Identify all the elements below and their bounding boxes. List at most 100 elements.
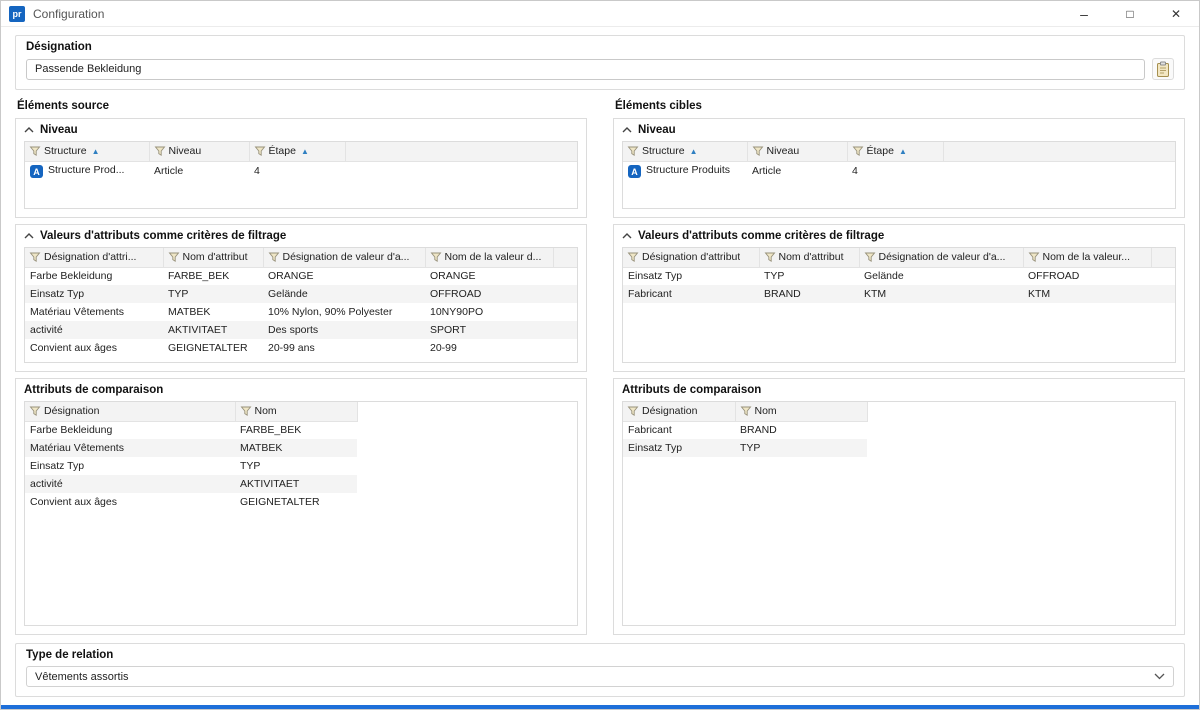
filter-icon [430,251,442,263]
relation-type-select[interactable]: Vêtements assortis [26,666,1174,687]
cell: Farbe Bekleidung [25,267,163,285]
column-header[interactable]: Nom de la valeur d... [425,248,553,267]
cell: 4 [847,161,943,180]
cell: 20-99 ans [263,339,425,357]
column-header[interactable]: Désignation [25,402,235,421]
target-niveau-collapse[interactable]: Niveau [614,119,1184,139]
filter-icon [627,145,639,157]
source-niveau-table-box: Structure▲NiveauÉtape▲AStructure Prod...… [24,141,578,209]
cell: OFFROAD [425,285,553,303]
source-filter-values-collapse[interactable]: Valeurs d'attributs comme critères de fi… [16,225,586,245]
column-header[interactable]: Nom [235,402,357,421]
cell: AKTIVITAET [235,475,357,493]
paste-button[interactable] [1152,58,1174,80]
table-row[interactable]: Matériau VêtementsMATBEK10% Nylon, 90% P… [25,303,577,321]
source-comparison-table: DésignationNomFarbe BekleidungFARBE_BEKM… [25,402,358,511]
table-row[interactable]: activitéAKTIVITAET [25,475,357,493]
cell: Convient aux âges [25,493,235,511]
cell: Gelände [263,285,425,303]
table-row[interactable]: Matériau VêtementsMATBEK [25,439,357,457]
filter-icon [268,251,280,263]
cell: KTM [1023,285,1151,303]
source-comparison-title: Attributs de comparaison [16,379,586,399]
panel-title: Niveau [40,124,78,136]
table-row[interactable]: AStructure ProduitsArticle4 [623,161,1175,180]
column-header[interactable]: Nom d'attribut [759,248,859,267]
sort-asc-icon: ▲ [899,147,907,156]
column-header[interactable]: Structure▲ [623,142,747,161]
filter-icon [29,251,41,263]
chevron-up-icon [622,127,632,133]
source-comparison-panel: Attributs de comparaison DésignationNomF… [15,378,587,635]
relation-type-label: Type de relation [26,649,1174,661]
table-row[interactable]: Farbe BekleidungFARBE_BEK [25,421,357,439]
cell: GEIGNETALTER [235,493,357,511]
cell: ORANGE [263,267,425,285]
column-header[interactable]: Nom [735,402,867,421]
target-comparison-panel: Attributs de comparaison DésignationNomF… [613,378,1185,635]
cell: Matériau Vêtements [25,439,235,457]
chevron-up-icon [622,233,632,239]
designation-input[interactable] [26,59,1145,80]
column-header[interactable]: Niveau [747,142,847,161]
cell: Article [747,161,847,180]
table-row[interactable]: AStructure Prod...Article4 [25,161,577,180]
close-button[interactable]: ✕ [1153,1,1199,26]
cell: 10NY90PO [425,303,553,321]
cell: 4 [249,161,345,180]
table-row[interactable]: Einsatz TypTYPGeländeOFFROAD [623,267,1175,285]
table-row[interactable]: activitéAKTIVITAETDes sportsSPORT [25,321,577,339]
column-header[interactable]: Nom de la valeur... [1023,248,1151,267]
cell: Convient aux âges [25,339,163,357]
table-row[interactable]: FabricantBRANDKTMKTM [623,285,1175,303]
cell: FARBE_BEK [163,267,263,285]
column-header[interactable]: Étape▲ [249,142,345,161]
dialog-content: Désignation Éléments source [1,27,1199,705]
target-filter-values-table-box: Désignation d'attributNom d'attributDési… [622,247,1176,363]
cell: activité [25,321,163,339]
source-niveau-panel: Niveau Structure▲NiveauÉtape▲AStructure … [15,118,587,218]
column-header[interactable]: Structure▲ [25,142,149,161]
column-filler [345,142,577,161]
panel-title: Niveau [638,124,676,136]
minimize-button[interactable]: – [1061,1,1107,26]
filter-icon [627,405,639,417]
column-header[interactable]: Désignation [623,402,735,421]
cell: FARBE_BEK [235,421,357,439]
source-niveau-collapse[interactable]: Niveau [16,119,586,139]
cell: Gelände [859,267,1023,285]
cell: AStructure Produits [623,161,747,180]
column-header[interactable]: Désignation d'attribut [623,248,759,267]
table-row[interactable]: Farbe BekleidungFARBE_BEKORANGEORANGE [25,267,577,285]
source-filter-values-table-box: Désignation d'attri...Nom d'attributDési… [24,247,578,363]
maximize-button[interactable]: □ [1107,1,1153,26]
target-comparison-table: DésignationNomFabricantBRANDEinsatz TypT… [623,402,868,457]
chevron-down-icon [1154,673,1165,680]
table-row[interactable]: Convient aux âgesGEIGNETALTER20-99 ans20… [25,339,577,357]
panel-title: Valeurs d'attributs comme critères de fi… [638,230,884,242]
window-title: Configuration [33,7,104,21]
cell: MATBEK [235,439,357,457]
table-row[interactable]: Einsatz TypTYP [25,457,357,475]
column-header[interactable]: Désignation de valeur d'a... [263,248,425,267]
column-header[interactable]: Niveau [149,142,249,161]
target-niveau-table-box: Structure▲NiveauÉtape▲AStructure Produit… [622,141,1176,209]
column-header[interactable]: Nom d'attribut [163,248,263,267]
cell: OFFROAD [1023,267,1151,285]
column-header[interactable]: Étape▲ [847,142,943,161]
table-row[interactable]: FabricantBRAND [623,421,867,439]
filter-icon [29,405,41,417]
title-bar: pr Configuration – □ ✕ [1,1,1199,27]
target-elements-section: Éléments cibles Niveau Structure▲NiveauÉ… [613,100,1185,635]
target-filter-values-collapse[interactable]: Valeurs d'attributs comme critères de fi… [614,225,1184,245]
app-icon: pr [9,6,25,22]
column-header[interactable]: Désignation d'attri... [25,248,163,267]
column-header[interactable]: Désignation de valeur d'a... [859,248,1023,267]
table-row[interactable]: Einsatz TypTYP [623,439,867,457]
panel-title: Attributs de comparaison [24,384,163,396]
table-row[interactable]: Einsatz TypTYPGeländeOFFROAD [25,285,577,303]
table-row[interactable]: Convient aux âgesGEIGNETALTER [25,493,357,511]
cell: Farbe Bekleidung [25,421,235,439]
cell: Article [149,161,249,180]
filter-icon [752,145,764,157]
